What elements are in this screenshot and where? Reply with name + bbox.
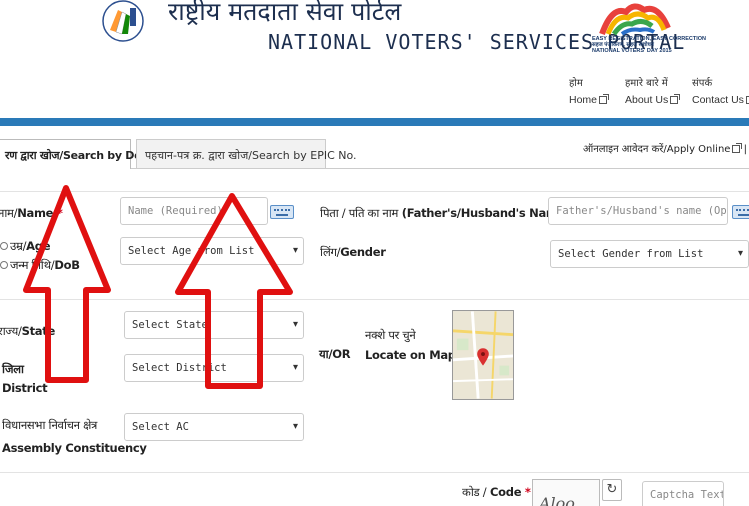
- virtual-keyboard-icon[interactable]: [270, 205, 294, 219]
- home-link[interactable]: होम Home: [569, 76, 610, 108]
- state-label: राज्य/State: [0, 324, 55, 338]
- captcha-text-input[interactable]: Captcha Text: [642, 481, 724, 506]
- contact-us-link[interactable]: संपर्क Contact Us: [692, 76, 749, 108]
- district-label: District: [2, 381, 48, 395]
- virtual-keyboard-icon[interactable]: [732, 205, 749, 219]
- father-husband-name-label: पिता / पति का नाम (Father's/Husband's Na…: [320, 206, 571, 220]
- assembly-constituency-label: Assembly Constituency: [2, 441, 147, 455]
- name-input[interactable]: Name (Required): [120, 197, 268, 225]
- assembly-constituency-label-hindi: विधानसभा निर्वाचन क्षेत्र: [2, 418, 98, 432]
- or-label: या/OR: [319, 347, 351, 361]
- voters-day-logo-text: EASY REGISTRATION, EASY CORRECTION सहज प…: [592, 36, 706, 54]
- external-link-icon: [732, 143, 743, 153]
- locate-on-map-label: Locate on Map: [365, 348, 456, 362]
- father-husband-name-input[interactable]: Father's/Husband's name (Optional): [548, 197, 728, 225]
- district-select[interactable]: Select District: [124, 354, 304, 382]
- form-divider: [0, 472, 749, 473]
- captcha-image: Aloo: [532, 479, 600, 506]
- gender-label: लिंग/Gender: [320, 245, 386, 259]
- portal-title-hindi: राष्ट्रीय मतदाता सेवा पोर्टल: [168, 0, 402, 26]
- external-link-icon: [599, 94, 610, 104]
- district-label-hindi: जिला: [2, 362, 24, 376]
- external-link-icon: [670, 94, 681, 104]
- name-label: नाम/Name *: [0, 206, 63, 220]
- gender-select[interactable]: Select Gender from List: [550, 240, 749, 268]
- locate-on-map-thumbnail[interactable]: [452, 310, 514, 400]
- header-accent-bar: [0, 118, 749, 126]
- tab-search-by-details[interactable]: रण द्वारा खोज/Search by Details: [0, 139, 167, 169]
- state-select[interactable]: Select State: [124, 311, 304, 339]
- form-divider: [0, 299, 749, 300]
- apply-online-link[interactable]: ऑनलाइन आवेदन करें/Apply Online |: [583, 141, 747, 155]
- map-label-hindi: नक्शे पर चुने: [365, 328, 416, 342]
- eci-logo: [102, 0, 144, 42]
- tab-search-by-epic[interactable]: पहचान-पत्र क्र. द्वारा खोज/Search by EPI…: [136, 139, 357, 169]
- dob-radio[interactable]: [0, 261, 8, 269]
- captcha-code-label: कोड / Code *: [462, 485, 531, 499]
- tab-divider: [131, 168, 749, 169]
- age-label: उम्र/Age: [10, 239, 51, 253]
- age-select[interactable]: Select Age from List: [120, 237, 304, 265]
- age-radio[interactable]: [0, 242, 8, 250]
- about-us-link[interactable]: हमारे बारे में About Us: [625, 76, 681, 108]
- dob-label: जन्म तिथि/DoB: [10, 258, 80, 272]
- form-divider: [0, 191, 749, 192]
- assembly-constituency-select[interactable]: Select AC: [124, 413, 304, 441]
- refresh-captcha-icon[interactable]: ↻: [602, 479, 622, 501]
